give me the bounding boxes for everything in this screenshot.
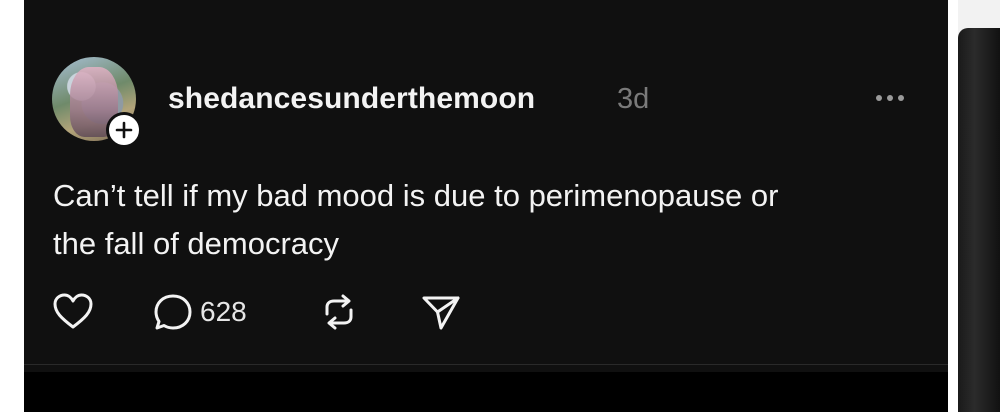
post-text: Can’t tell if my bad mood is due to peri… bbox=[53, 172, 933, 268]
more-icon-dot bbox=[876, 95, 882, 101]
side-image bbox=[958, 28, 1000, 412]
reply-count: 628 bbox=[200, 296, 247, 327]
repost-icon bbox=[325, 294, 353, 330]
follow-button[interactable] bbox=[106, 112, 142, 148]
reply-button[interactable]: 628 bbox=[152, 292, 247, 332]
next-post-area bbox=[24, 372, 948, 412]
post-timestamp: 3d bbox=[617, 83, 650, 115]
username[interactable]: shedancesunderthemoon bbox=[168, 82, 535, 116]
more-icon-dot bbox=[887, 95, 893, 101]
divider bbox=[24, 364, 948, 365]
post-text-line: Can’t tell if my bad mood is due to peri… bbox=[53, 178, 779, 213]
post-text-line: the fall of democracy bbox=[53, 226, 340, 261]
send-icon bbox=[422, 296, 460, 330]
comment-icon bbox=[154, 294, 192, 330]
more-options-button[interactable] bbox=[876, 88, 916, 108]
heart-icon bbox=[53, 293, 93, 329]
like-button[interactable] bbox=[52, 292, 94, 332]
plus-icon bbox=[115, 121, 133, 139]
share-button[interactable] bbox=[420, 292, 462, 332]
more-icon-dot bbox=[898, 95, 904, 101]
repost-button[interactable] bbox=[318, 292, 360, 332]
